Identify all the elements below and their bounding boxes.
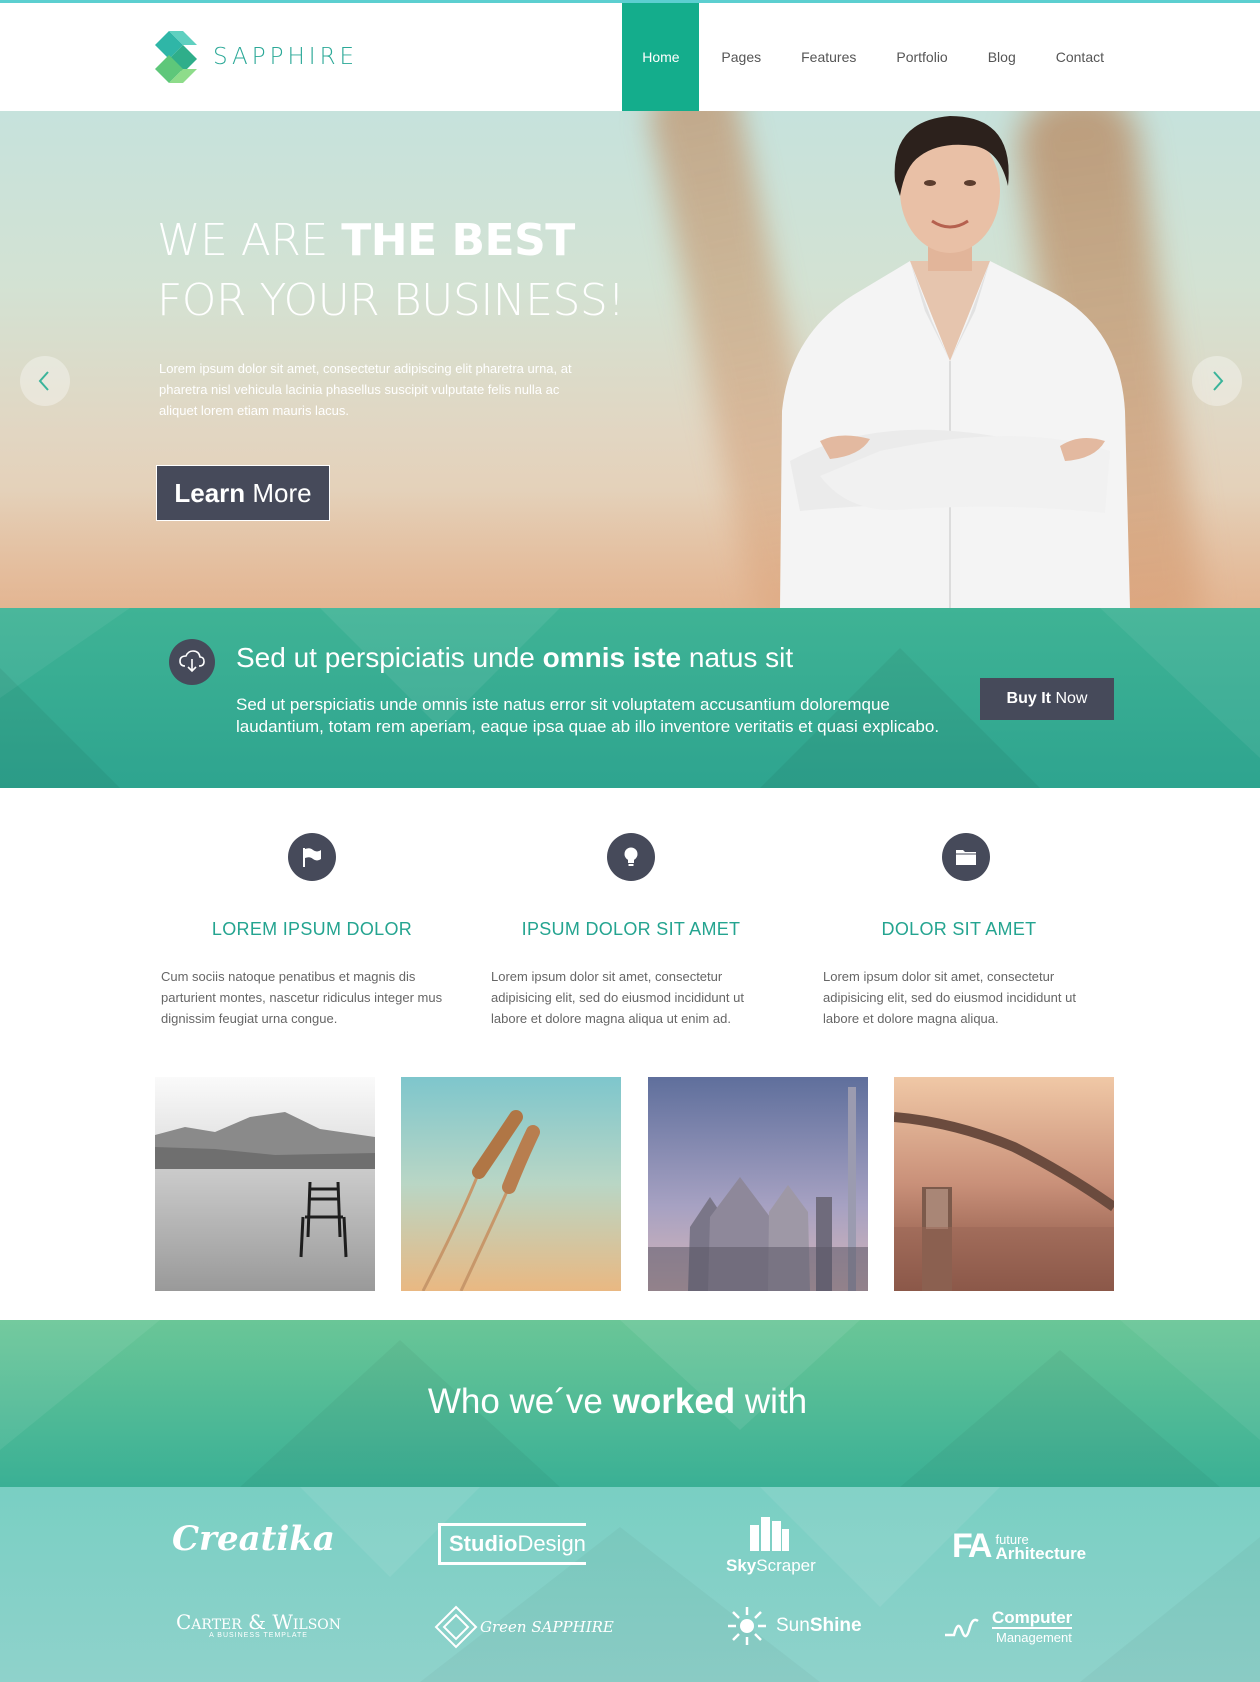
feature-title: LOREM IPSUM DOLOR — [211, 919, 413, 939]
client-logo-computer-management[interactable]: Computer Management — [944, 1609, 1073, 1647]
hero-headline: WE ARE THE BEST FOR YOUR BUSINESS! — [157, 215, 625, 326]
gallery-image-skyscrapers[interactable] — [648, 1077, 868, 1291]
site-header: SAPPHIRE Home Pages Features Portfolio B… — [0, 3, 1260, 111]
skyscraper-icon — [750, 1517, 789, 1551]
nav-item-home[interactable]: Home — [622, 3, 700, 111]
gallery-image-wheat[interactable] — [401, 1077, 621, 1291]
client-logo-sunshine[interactable]: SunShine — [726, 1605, 862, 1647]
feature-text: Lorem ipsum dolor sit amet, consectetur … — [823, 969, 1076, 1026]
sun-icon — [728, 1607, 766, 1645]
flag-icon — [303, 848, 321, 867]
feature-title: DOLOR SIT AMET — [881, 919, 1037, 939]
wave-icon — [945, 1618, 979, 1638]
lightbulb-icon — [624, 847, 638, 866]
worked-with-section: Who we´ve worked with — [0, 1320, 1260, 1487]
client-logo-carter-wilson[interactable]: Carter & Wilson A BUSINESS TEMPLATE — [176, 1610, 341, 1639]
hero-slider: WE ARE THE BEST FOR YOUR BUSINESS! Lorem… — [0, 111, 1260, 608]
learn-more-button[interactable]: Learn More — [156, 465, 330, 521]
feature-column-3: DOLOR SIT AMET — [809, 833, 1109, 940]
feature-column-2: IPSUM DOLOR SIT AMET — [481, 833, 781, 940]
folder-icon — [956, 850, 976, 865]
slider-next-button[interactable] — [1192, 356, 1242, 406]
lightbulb-icon-circle — [607, 833, 655, 881]
banner-text: Sed ut perspiciatis unde omnis iste natu… — [236, 695, 940, 736]
feature-title: IPSUM DOLOR SIT AMET — [521, 919, 741, 939]
feature-text: Lorem ipsum dolor sit amet, consectetur … — [491, 969, 744, 1026]
main-nav: Home Pages Features Portfolio Blog Conta… — [622, 3, 1104, 111]
cloud-download-icon — [179, 650, 205, 673]
client-logo-skyscraper[interactable]: SkyScraper — [726, 1517, 816, 1576]
nav-item-portfolio[interactable]: Portfolio — [876, 3, 967, 111]
diamond-icon — [434, 1605, 478, 1649]
client-logo-studiodesign[interactable]: StudioDesign — [438, 1523, 586, 1565]
client-logo-creatika[interactable]: Creatika — [172, 1519, 335, 1559]
call-to-action-banner: Sed ut perspiciatis unde omnis iste natu… — [0, 608, 1260, 788]
cloud-download-icon-circle — [169, 639, 215, 685]
nav-item-blog[interactable]: Blog — [968, 3, 1036, 111]
worked-with-title: Who we´ve worked with — [427, 1382, 808, 1421]
client-logos: Creatika StudioDesign SkyScraper FA futu… — [0, 1487, 1260, 1682]
sapphire-logo-icon — [155, 31, 199, 83]
flag-icon-circle — [288, 833, 336, 881]
hero-person-image — [760, 111, 1140, 608]
hero-description: Lorem ipsum dolor sit amet, consectetur … — [159, 361, 572, 418]
banner-title: Sed ut perspiciatis unde omnis iste natu… — [236, 642, 794, 673]
nav-item-features[interactable]: Features — [781, 3, 876, 111]
folder-icon-circle — [942, 833, 990, 881]
client-logo-green-sapphire[interactable]: Green SAPPHIRE — [434, 1605, 614, 1649]
chevron-left-icon — [38, 371, 49, 391]
client-logo-future-arhitecture[interactable]: FA future Arhitecture — [952, 1527, 1086, 1566]
gallery-image-fence-field[interactable] — [894, 1077, 1114, 1291]
brand-logo[interactable]: SAPPHIRE — [155, 31, 358, 83]
brand-name: SAPPHIRE — [213, 44, 359, 70]
slider-prev-button[interactable] — [20, 356, 70, 406]
feature-text: Cum sociis natoque penatibus et magnis d… — [161, 969, 443, 1026]
diamond-pattern — [300, 1487, 1000, 1607]
nav-item-contact[interactable]: Contact — [1036, 3, 1104, 111]
chevron-right-icon — [1213, 371, 1224, 391]
buy-it-now-button[interactable]: Buy It Now — [980, 678, 1114, 720]
gallery-image-lake-chair[interactable] — [155, 1077, 375, 1291]
feature-column-1: LOREM IPSUM DOLOR — [162, 833, 462, 940]
nav-item-pages[interactable]: Pages — [701, 3, 781, 111]
